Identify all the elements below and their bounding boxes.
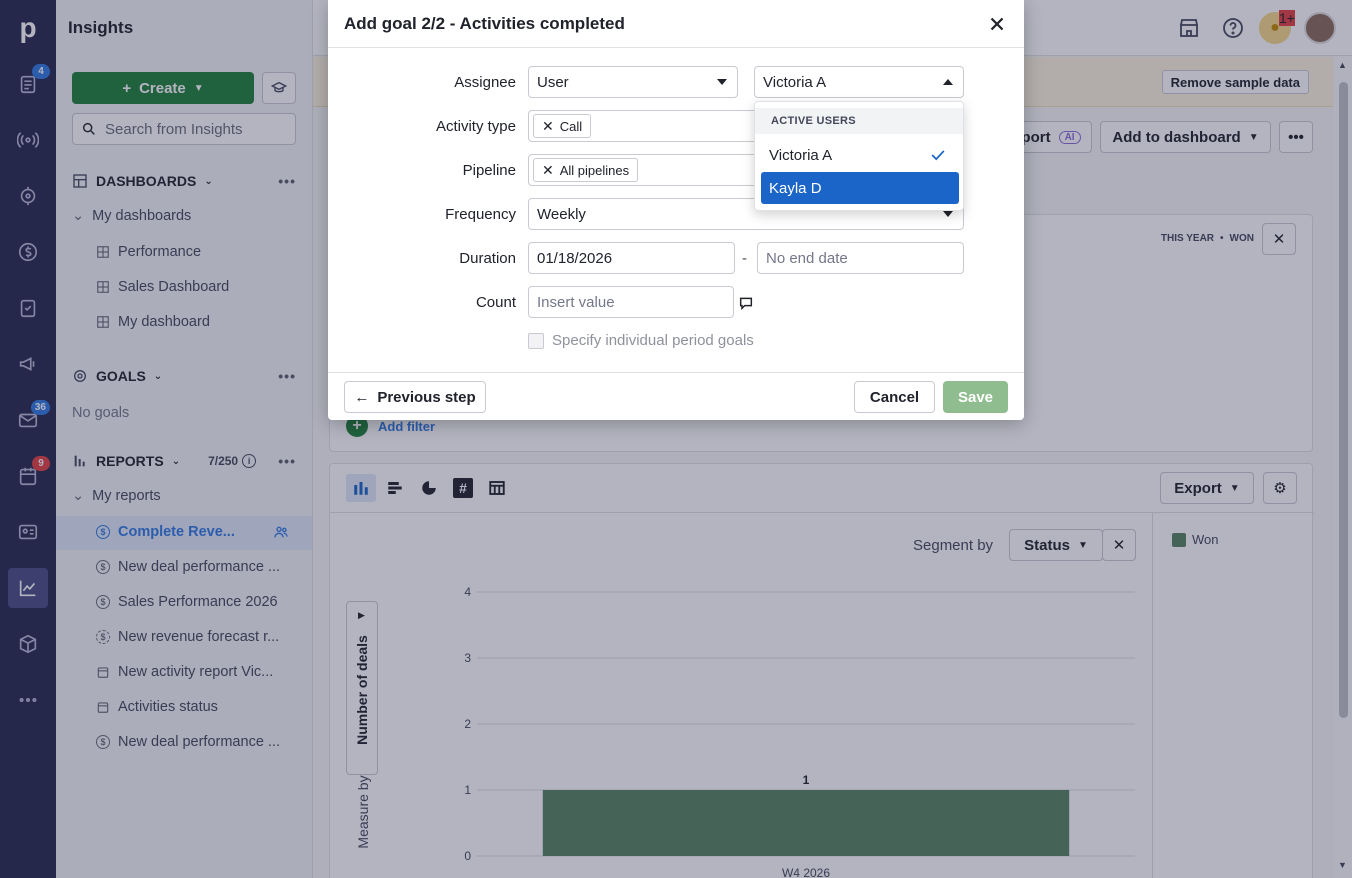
speech-bubble-icon xyxy=(739,297,753,311)
cancel-button[interactable]: Cancel xyxy=(854,381,935,413)
duration-end-placeholder: No end date xyxy=(766,249,848,267)
dropdown-option-victoria[interactable]: Victoria A xyxy=(761,139,959,171)
chip-label: All pipelines xyxy=(559,162,630,178)
remove-chip-icon[interactable]: ✕ xyxy=(542,118,554,135)
caret-down-icon xyxy=(717,79,727,85)
assignee-type-select[interactable]: User xyxy=(528,66,738,98)
modal-header: Add goal 2/2 - Activities completed xyxy=(328,0,1024,48)
modal-title: Add goal 2/2 - Activities completed xyxy=(344,13,625,33)
assignee-label: Assignee xyxy=(454,73,516,91)
modal-footer: ← Previous step Cancel Save xyxy=(328,372,1024,420)
assignee-dropdown: ACTIVE USERS Victoria A Kayla D xyxy=(754,101,964,211)
dropdown-option-kayla[interactable]: Kayla D xyxy=(761,172,959,204)
pipeline-chip[interactable]: ✕ All pipelines xyxy=(533,158,639,182)
close-icon[interactable] xyxy=(986,13,1008,35)
duration-row: Duration 01/18/2026 - No end date xyxy=(328,242,1024,274)
dropdown-header: ACTIVE USERS xyxy=(755,108,963,134)
caret-down-icon xyxy=(943,211,953,217)
duration-separator: - xyxy=(742,250,747,267)
save-label: Save xyxy=(957,388,994,406)
count-placeholder: Insert value xyxy=(537,293,615,311)
remove-chip-icon[interactable]: ✕ xyxy=(542,162,554,179)
previous-step-button[interactable]: ← Previous step xyxy=(344,381,486,413)
count-input[interactable]: Insert value xyxy=(528,286,734,318)
previous-step-label: Previous step xyxy=(377,388,476,406)
caret-up-icon xyxy=(943,79,953,85)
assignee-type-value: User xyxy=(537,73,569,91)
option-label: Victoria A xyxy=(769,146,833,164)
pipeline-label: Pipeline xyxy=(462,161,516,179)
arrow-left-icon: ← xyxy=(354,388,370,406)
option-label: Kayla D xyxy=(769,179,822,197)
chip-label: Call xyxy=(559,118,583,134)
save-button[interactable]: Save xyxy=(943,381,1008,413)
frequency-label: Frequency xyxy=(445,205,516,223)
checkmark-icon xyxy=(931,150,945,161)
assignee-row: Assignee User Victoria A xyxy=(328,66,1024,98)
activity-type-chip[interactable]: ✕ Call xyxy=(533,114,592,138)
cancel-label: Cancel xyxy=(869,388,920,406)
count-label: Count xyxy=(475,293,516,311)
duration-end-input[interactable]: No end date xyxy=(757,242,964,274)
individual-goals-label: Specify individual period goals xyxy=(552,332,754,349)
individual-goals-checkbox-row[interactable]: Specify individual period goals xyxy=(528,332,754,349)
activity-type-label: Activity type xyxy=(435,117,516,135)
assignee-user-value: Victoria A xyxy=(763,73,827,91)
duration-start-value: 01/18/2026 xyxy=(537,249,613,267)
count-row: Count Insert value xyxy=(328,286,1024,318)
duration-start-input[interactable]: 01/18/2026 xyxy=(528,242,735,274)
individual-goals-checkbox[interactable] xyxy=(528,332,544,349)
duration-label: Duration xyxy=(459,249,516,267)
assignee-user-select[interactable]: Victoria A xyxy=(754,66,964,98)
frequency-value: Weekly xyxy=(537,205,586,223)
